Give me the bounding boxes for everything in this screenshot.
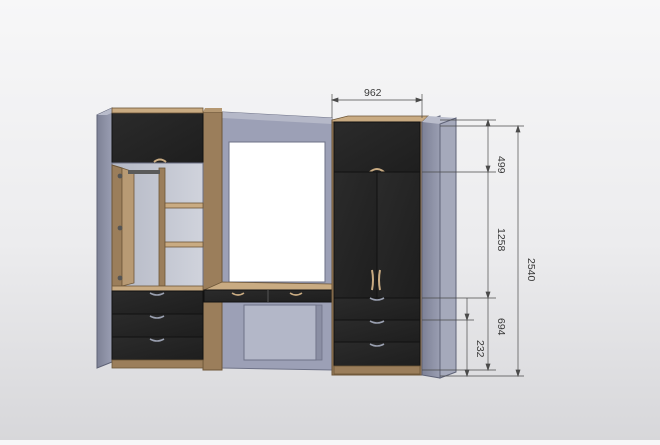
dimension-label-total: 2540: [525, 258, 537, 282]
left-side-panel: [96, 107, 113, 369]
wardrobe-assembly-drawing: 962 499 1258 2540 694 232: [96, 87, 537, 379]
dimension-label-width: 962: [364, 87, 382, 99]
dimension-label-lower: 694: [495, 318, 507, 336]
desk-knee-panel: [243, 304, 317, 361]
right-top-door: [333, 121, 421, 173]
handle: [378, 269, 381, 291]
left-top-door: [111, 112, 204, 164]
inner-divider: [158, 167, 166, 287]
left-cabinet-right-panel: [202, 111, 223, 371]
hinge: [117, 225, 123, 231]
right-cabinet: [331, 115, 457, 379]
dimension-label-middle: 1258: [495, 228, 507, 252]
hinge: [117, 275, 123, 281]
left-cabinet: [96, 107, 223, 371]
right-drawer: [333, 297, 421, 321]
bridge-opening: [228, 141, 326, 283]
right-tall-door-right: [376, 171, 421, 299]
shelf: [164, 241, 204, 248]
dimension-label-bottom: 232: [474, 340, 486, 358]
hanging-rail: [128, 170, 160, 174]
hinge: [117, 173, 123, 179]
right-side-panel: [421, 115, 441, 379]
right-tall-door-left: [333, 171, 378, 299]
cad-viewport: 962 499 1258 2540 694 232: [0, 0, 660, 440]
shelf: [164, 202, 204, 209]
handle: [371, 269, 374, 291]
dimension-label-upper: 499: [495, 156, 507, 174]
